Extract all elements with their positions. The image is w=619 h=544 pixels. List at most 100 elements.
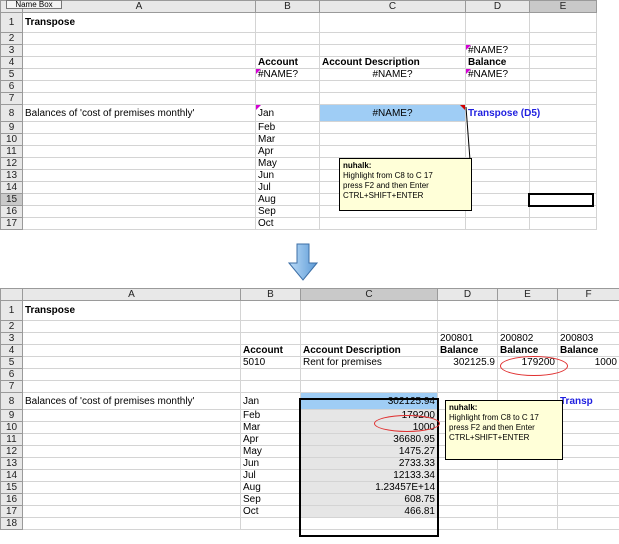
cell[interactable] <box>22 469 241 482</box>
column-header-a[interactable]: A <box>22 288 241 301</box>
cell[interactable] <box>240 300 301 321</box>
cell[interactable] <box>300 368 438 381</box>
cell[interactable] <box>22 409 241 422</box>
account-cell[interactable]: 5010 <box>240 356 301 369</box>
cell[interactable] <box>557 445 619 458</box>
cell[interactable] <box>22 457 241 470</box>
row-header[interactable]: 6 <box>0 368 23 381</box>
balance-header[interactable]: Balance <box>497 344 558 357</box>
cell[interactable] <box>497 380 558 393</box>
row-header[interactable]: 4 <box>0 344 23 357</box>
month-cell[interactable]: Jun <box>240 457 301 470</box>
balance-cell[interactable]: 302125.9 <box>437 356 498 369</box>
cell[interactable] <box>437 481 498 494</box>
row-header[interactable]: 18 <box>0 517 23 530</box>
month-cell[interactable]: Apr <box>240 433 301 446</box>
month-cell[interactable]: Aug <box>240 481 301 494</box>
period-cell[interactable]: 200801 <box>437 332 498 345</box>
month-cell[interactable]: May <box>240 445 301 458</box>
cell[interactable] <box>22 421 241 434</box>
row-header[interactable]: 15 <box>0 481 23 494</box>
cell[interactable] <box>300 380 438 393</box>
cell[interactable] <box>22 517 241 530</box>
cell[interactable] <box>22 445 241 458</box>
cell[interactable] <box>497 493 558 506</box>
cell[interactable] <box>437 320 498 333</box>
column-header-b[interactable]: B <box>240 288 301 301</box>
cell[interactable] <box>240 320 301 333</box>
row-header[interactable]: 5 <box>0 356 23 369</box>
column-header-d[interactable]: D <box>437 288 498 301</box>
cell[interactable] <box>22 505 241 518</box>
cell[interactable] <box>557 505 619 518</box>
cell[interactable] <box>557 320 619 333</box>
cell[interactable] <box>497 517 558 530</box>
cell[interactable] <box>557 421 619 434</box>
cell[interactable] <box>22 332 241 345</box>
cell[interactable] <box>300 300 438 321</box>
cell[interactable] <box>240 380 301 393</box>
cell[interactable] <box>437 368 498 381</box>
account-header[interactable]: Account <box>240 344 301 357</box>
row-header[interactable]: 17 <box>0 505 23 518</box>
balance-header[interactable]: Balance <box>437 344 498 357</box>
balance-header[interactable]: Balance <box>557 344 619 357</box>
cell[interactable] <box>22 433 241 446</box>
cell[interactable] <box>300 332 438 345</box>
cell[interactable] <box>557 481 619 494</box>
cell[interactable] <box>22 493 241 506</box>
cell[interactable] <box>437 517 498 530</box>
cell[interactable] <box>557 300 619 321</box>
cell[interactable] <box>240 368 301 381</box>
cell[interactable] <box>22 356 241 369</box>
row-header[interactable]: 10 <box>0 421 23 434</box>
month-cell[interactable]: Feb <box>240 409 301 422</box>
row-header[interactable]: 11 <box>0 433 23 446</box>
column-header-f[interactable]: F <box>557 288 619 301</box>
cell[interactable] <box>557 380 619 393</box>
month-cell[interactable]: Jan <box>240 392 301 410</box>
account-description-header[interactable]: Account Description <box>300 344 438 357</box>
month-cell[interactable]: Mar <box>240 421 301 434</box>
row-header[interactable]: 14 <box>0 469 23 482</box>
cell[interactable] <box>557 457 619 470</box>
cell[interactable] <box>437 380 498 393</box>
title-cell[interactable]: Transpose <box>22 300 241 321</box>
row-header[interactable]: 9 <box>0 409 23 422</box>
cell[interactable] <box>22 368 241 381</box>
description-cell[interactable]: Rent for premises <box>300 356 438 369</box>
row-header[interactable]: 12 <box>0 445 23 458</box>
cell[interactable] <box>437 469 498 482</box>
cell[interactable] <box>497 320 558 333</box>
cell[interactable] <box>557 517 619 530</box>
cell[interactable] <box>497 481 558 494</box>
cell[interactable] <box>22 320 241 333</box>
active-cell-e15[interactable] <box>528 193 594 207</box>
month-cell[interactable]: Oct <box>240 505 301 518</box>
cell[interactable] <box>497 505 558 518</box>
column-header-c[interactable]: C <box>300 288 438 301</box>
cell[interactable] <box>557 368 619 381</box>
cell[interactable] <box>557 469 619 482</box>
row-header[interactable]: 7 <box>0 380 23 393</box>
row-header[interactable]: 16 <box>0 493 23 506</box>
corner-cell[interactable] <box>0 288 23 301</box>
row-header[interactable]: 3 <box>0 332 23 345</box>
cell[interactable] <box>300 320 438 333</box>
cell[interactable] <box>437 300 498 321</box>
row-header[interactable]: 2 <box>0 320 23 333</box>
cell[interactable] <box>22 344 241 357</box>
cell[interactable] <box>240 332 301 345</box>
cell[interactable] <box>437 493 498 506</box>
cell[interactable] <box>437 505 498 518</box>
period-cell[interactable]: 200802 <box>497 332 558 345</box>
row-header[interactable]: 8 <box>0 392 23 410</box>
row-header[interactable]: 1 <box>0 300 23 321</box>
period-cell[interactable]: 200803 <box>557 332 619 345</box>
cell[interactable] <box>497 469 558 482</box>
month-cell[interactable]: Jul <box>240 469 301 482</box>
cell[interactable] <box>557 409 619 422</box>
month-cell[interactable]: Sep <box>240 493 301 506</box>
cell-a8[interactable]: Balances of 'cost of premises monthly' <box>22 392 241 410</box>
cell[interactable] <box>240 517 301 530</box>
